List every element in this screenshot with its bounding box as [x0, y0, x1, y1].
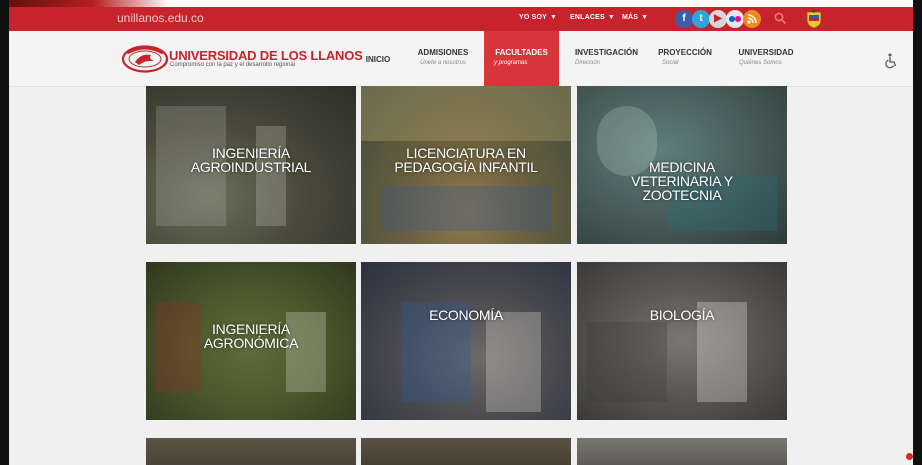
- nav-label: PROYECCIÓN: [658, 48, 712, 57]
- program-tile-licenciatura-pedagogia-infantil[interactable]: LICENCIATURA EN PEDAGOGÍA INFANTIL: [361, 86, 571, 244]
- program-title: MEDICINA VETERINARIA Y ZOOTECNIA: [631, 159, 733, 203]
- flickr-icon[interactable]: [726, 10, 744, 28]
- web-page: unillanos.edu.co YO SOY ▼ ENLACES ▼ MÁS ▼ f…: [9, 7, 913, 465]
- nav-universidad[interactable]: UNIVERSIDAD Quiénes Somos: [731, 31, 801, 87]
- nav-sublabel: Únete a nosotros: [420, 60, 466, 66]
- program-tile-medicina-veterinaria-zootecnia[interactable]: MEDICINA VETERINARIA Y ZOOTECNIA: [577, 86, 787, 244]
- facebook-icon[interactable]: f: [675, 10, 693, 28]
- program-tile-biologia[interactable]: BIOLOGÍA: [577, 262, 787, 420]
- program-title: INGENIERÍA AGROINDUSTRIAL: [190, 145, 312, 175]
- nav-sublabel: Quiénes Somos: [739, 60, 782, 66]
- program-tile-row3-2[interactable]: [361, 438, 571, 465]
- caret-down-icon: ▼: [550, 14, 558, 21]
- rss-icon[interactable]: [743, 10, 761, 28]
- program-title: INGENIERÍA AGRONÓMICA: [203, 321, 299, 351]
- nav-label: FACULTADES: [495, 48, 548, 57]
- accessibility-icon[interactable]: [884, 53, 898, 69]
- nav-sublabel: y programas: [494, 60, 528, 66]
- nav-label: INVESTIGACIÓN: [574, 48, 639, 57]
- menu-mas[interactable]: MÁS ▼: [622, 14, 648, 21]
- tile-photo-student: [486, 312, 541, 412]
- program-title: LICENCIATURA EN PEDAGOGÍA INFANTIL: [394, 145, 538, 175]
- tile-photo-children: [381, 186, 551, 231]
- twitter-icon[interactable]: t: [692, 10, 710, 28]
- top-bar: unillanos.edu.co YO SOY ▼ ENLACES ▼ MÁS ▼ f…: [9, 7, 913, 31]
- nav-admisiones[interactable]: ADMISIONES Únete a nosotros: [412, 31, 474, 87]
- program-title: ECONOMÍA: [429, 307, 503, 323]
- nav-proyeccion[interactable]: PROYECCIÓN Social: [654, 31, 716, 87]
- nav-sublabel: Dirección: [575, 60, 601, 66]
- program-tile-row3-3[interactable]: [577, 438, 787, 465]
- youtube-icon[interactable]: ▶: [709, 10, 727, 28]
- site-header: UNIVERSIDAD DE LOS LLANOS Compromiso con…: [9, 31, 913, 87]
- nav-investigacion[interactable]: INVESTIGACIÓN Dirección: [569, 31, 644, 87]
- menu-enlaces[interactable]: ENLACES ▼: [570, 14, 615, 21]
- nav-label: ADMISIONES: [417, 48, 469, 57]
- university-tagline: Compromiso con la paz y el desarrollo re…: [170, 62, 296, 68]
- university-logo-icon[interactable]: [121, 45, 169, 73]
- program-tile-ingenieria-agroindustrial[interactable]: INGENIERÍA AGROINDUSTRIAL: [146, 86, 356, 244]
- nav-label: INICIO: [365, 55, 391, 64]
- nav-label: UNIVERSIDAD: [738, 48, 794, 57]
- program-tile-economia[interactable]: ECONOMÍA: [361, 262, 571, 420]
- search-icon[interactable]: [774, 12, 787, 25]
- nav-sublabel: Social: [662, 60, 679, 66]
- colombia-crest-icon[interactable]: [805, 9, 823, 29]
- program-tile-row3-1[interactable]: [146, 438, 356, 465]
- window-frame-left: [0, 0, 9, 465]
- window-frame-right: [913, 0, 922, 465]
- cursor-dot: [906, 453, 913, 460]
- menu-yo-soy[interactable]: YO SOY ▼: [519, 14, 557, 21]
- tile-photo-figure: [256, 126, 286, 226]
- caret-down-icon: ▼: [641, 14, 649, 21]
- tile-photo-microscopes: [587, 322, 667, 402]
- nav-facultades[interactable]: FACULTADES y programas: [484, 31, 559, 87]
- tile-photo-mural: [361, 86, 571, 141]
- program-title: BIOLOGÍA: [649, 307, 715, 323]
- caret-down-icon: ▼: [607, 14, 615, 21]
- nav-inicio[interactable]: INICIO: [359, 31, 397, 87]
- program-tile-ingenieria-agronomica[interactable]: INGENIERÍA AGRONÓMICA: [146, 262, 356, 420]
- site-domain[interactable]: unillanos.edu.co: [117, 11, 204, 25]
- university-name[interactable]: UNIVERSIDAD DE LOS LLANOS: [169, 48, 363, 63]
